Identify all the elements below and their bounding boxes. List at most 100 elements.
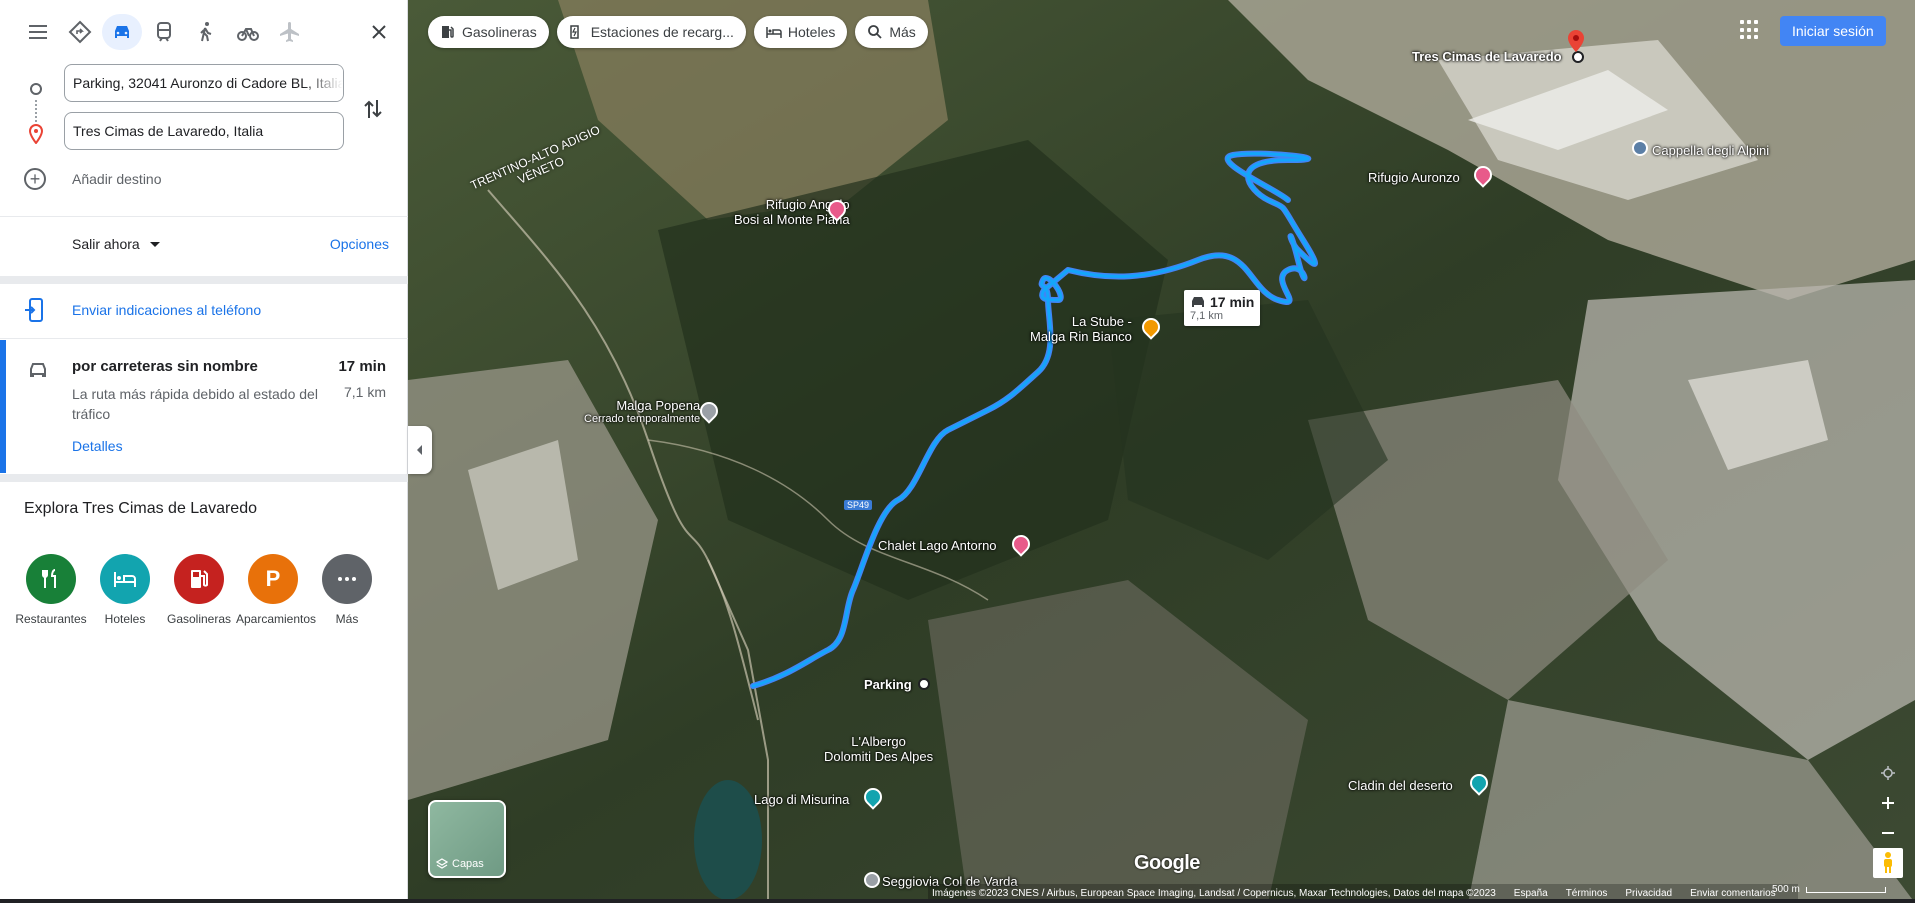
explore-parking[interactable]: P Aparcamientos: [236, 554, 317, 626]
church-pin-icon[interactable]: [1632, 140, 1648, 156]
depart-now-dropdown[interactable]: Salir ahora: [72, 236, 160, 252]
zoom-out-button[interactable]: [1873, 818, 1903, 848]
chip-label: Hoteles: [787, 24, 836, 40]
map-scale[interactable]: 500 m: [1772, 884, 1886, 895]
close-directions-button[interactable]: [363, 16, 395, 48]
scale-label: 500 m: [1772, 884, 1800, 895]
place-la-stube[interactable]: La Stube - Malga Rin Bianco: [1030, 314, 1132, 344]
hotel-icon: [766, 27, 782, 38]
origin-input[interactable]: Parking, 32041 Auronzo di Cadore BL, Ita…: [64, 64, 344, 102]
place-line: Malga Popena: [616, 398, 701, 413]
chip-more[interactable]: Más: [855, 16, 928, 48]
route-distance: 7,1 km: [343, 384, 386, 400]
explore-label: Aparcamientos: [236, 612, 317, 626]
caret-down-icon: [149, 241, 160, 247]
callout-time: 17 min: [1210, 294, 1255, 310]
window-bottom-edge: [0, 899, 1915, 903]
chip-label: Más: [889, 24, 916, 40]
route-time: 17 min: [338, 358, 386, 375]
sign-in-button[interactable]: Iniciar sesión: [1780, 16, 1886, 46]
place-tres-cimas[interactable]: Tres Cimas de Lavaredo: [1412, 49, 1562, 64]
route-details-link[interactable]: Detalles: [72, 438, 123, 454]
place-albergo[interactable]: L'Albergo Dolomiti Des Alpes: [824, 734, 933, 764]
plus-icon: +: [24, 168, 46, 190]
restaurant-icon: [26, 554, 76, 604]
place-cappella[interactable]: Cappella degli Alpini: [1652, 143, 1769, 158]
send-to-phone-label: Enviar indicaciones al teléfono: [72, 302, 262, 318]
google-apps-icon[interactable]: [1740, 20, 1760, 40]
parking-icon: P: [248, 554, 298, 604]
place-line: Malga Rin Bianco: [1030, 329, 1132, 344]
place-rifugio-auronzo[interactable]: Rifugio Auronzo: [1368, 170, 1460, 185]
travel-mode-bar: [18, 14, 389, 50]
cycling-icon[interactable]: [228, 14, 268, 50]
flight-icon[interactable]: [270, 14, 310, 50]
explore-categories: Restaurantes Hoteles Gasolineras P Aparc…: [14, 554, 384, 626]
explore-more[interactable]: Más: [310, 554, 384, 626]
place-cladin-deserto[interactable]: Cladin del deserto: [1348, 778, 1453, 793]
explore-label: Restaurantes: [15, 612, 87, 626]
destination-value: Tres Cimas de Lavaredo, Italia: [73, 123, 264, 139]
place-parking[interactable]: Parking: [864, 677, 912, 692]
gas-station-icon: [442, 26, 454, 38]
route-duration-callout[interactable]: 17 min 7,1 km: [1184, 290, 1261, 326]
route-option-card[interactable]: por carreteras sin nombre 17 min La ruta…: [0, 340, 408, 473]
road-shield: SP49: [844, 500, 873, 510]
swap-icon[interactable]: [358, 94, 388, 124]
depart-label: Salir ahora: [72, 236, 140, 252]
explore-title: Explora Tres Cimas de Lavaredo: [24, 500, 257, 517]
my-location-icon[interactable]: [1873, 758, 1903, 788]
explore-hotels[interactable]: Hoteles: [88, 554, 162, 626]
charging-station-icon: [569, 25, 579, 39]
options-button[interactable]: Opciones: [330, 236, 389, 252]
hotel-icon: [100, 554, 150, 604]
zoom-in-button[interactable]: [1873, 788, 1903, 818]
feedback-link[interactable]: Enviar comentarios: [1690, 888, 1776, 899]
send-to-phone-button[interactable]: Enviar indicaciones al teléfono: [24, 298, 261, 322]
directions-panel: Parking, 32041 Auronzo di Cadore BL, Ita…: [0, 0, 408, 903]
layers-label: Capas: [452, 858, 484, 870]
transit-icon[interactable]: [144, 14, 184, 50]
explore-label: Hoteles: [104, 612, 146, 626]
terms-link[interactable]: Términos: [1566, 888, 1608, 899]
place-malga-popena[interactable]: Malga Popena Cerrado temporalmente: [584, 398, 700, 425]
place-lago-misurina[interactable]: Lago di Misurina: [754, 792, 849, 807]
layers-button[interactable]: Capas: [428, 800, 506, 878]
category-chips: Gasolineras Estaciones de recarg... Hote…: [428, 16, 936, 48]
route-via: por carreteras sin nombre: [72, 358, 258, 375]
chip-gas-stations[interactable]: Gasolineras: [428, 16, 549, 48]
add-destination-label: Añadir destino: [72, 171, 162, 187]
google-logo: Google: [1134, 852, 1200, 874]
map-canvas[interactable]: Gasolineras Estaciones de recarg... Hote…: [408, 0, 1915, 903]
collapse-panel-button[interactable]: [408, 426, 432, 474]
route-reason: La ruta más rápida debido al estado del …: [72, 386, 318, 422]
route-dots: [35, 100, 37, 122]
attribution-country[interactable]: España: [1514, 888, 1548, 899]
route-inputs: Parking, 32041 Auronzo di Cadore BL, Ita…: [0, 64, 408, 224]
street-view-pegman-icon[interactable]: [1873, 848, 1903, 878]
place-chalet-lago-antorno[interactable]: Chalet Lago Antorno: [878, 538, 997, 553]
menu-icon[interactable]: [18, 14, 58, 50]
place-pin-icon[interactable]: [864, 872, 880, 888]
origin-dot-icon: [30, 83, 42, 95]
place-line: Dolomiti Des Alpes: [824, 749, 934, 764]
chip-hotels[interactable]: Hoteles: [753, 16, 848, 48]
explore-restaurants[interactable]: Restaurantes: [14, 554, 88, 626]
car-icon: [30, 363, 46, 377]
destination-input[interactable]: Tres Cimas de Lavaredo, Italia: [64, 112, 344, 150]
gas-station-icon: [174, 554, 224, 604]
driving-icon[interactable]: [102, 14, 142, 50]
chip-charging-stations[interactable]: Estaciones de recarg...: [556, 16, 746, 48]
explore-label: Gasolineras: [166, 612, 232, 626]
explore-gas-stations[interactable]: Gasolineras: [162, 554, 236, 626]
add-destination-button[interactable]: + Añadir destino: [24, 168, 162, 190]
route-line: [750, 30, 1584, 690]
destination-pin-icon: [28, 124, 44, 144]
chip-label: Estaciones de recarg...: [590, 24, 734, 40]
walking-icon[interactable]: [186, 14, 226, 50]
chevron-left-icon: [417, 445, 422, 455]
callout-distance: 7,1 km: [1190, 310, 1224, 322]
explore-label: Más: [335, 612, 359, 626]
best-route-icon[interactable]: [60, 14, 100, 50]
privacy-link[interactable]: Privacidad: [1625, 888, 1672, 899]
